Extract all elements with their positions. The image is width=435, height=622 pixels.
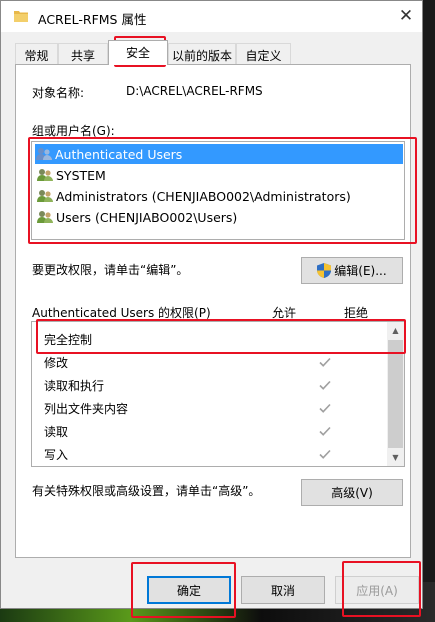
close-button[interactable]: ✕ xyxy=(392,3,420,29)
scroll-thumb[interactable] xyxy=(388,340,403,448)
object-name-label: 对象名称: xyxy=(32,86,85,100)
deny-column-header: 拒绝 xyxy=(344,306,369,320)
edit-button-label: 编辑(E)... xyxy=(334,264,387,278)
cancel-button[interactable]: 取消 xyxy=(241,576,325,604)
permission-row-modify: 修改 xyxy=(44,351,384,373)
advanced-hint: 有关特殊权限或高级设置，请单击“高级”。 xyxy=(32,484,261,498)
ok-button-label: 确定 xyxy=(176,583,201,598)
close-icon: ✕ xyxy=(398,6,414,26)
tab-general[interactable]: 常规 xyxy=(15,43,58,64)
permission-row-full-control: 完全控制 xyxy=(44,328,384,350)
shield-icon xyxy=(317,263,332,278)
change-permissions-hint: 要更改权限，请单击“编辑”。 xyxy=(32,263,189,277)
group-name: SYSTEM xyxy=(56,167,106,183)
permissions-header: Authenticated Users 的权限(P) xyxy=(32,306,211,320)
advanced-button-label: 高级(V) xyxy=(331,486,373,500)
permission-row-read-execute: 读取和执行 xyxy=(44,374,384,396)
list-item-authenticated-users[interactable]: Authenticated Users xyxy=(35,144,403,164)
permission-name: 读取和执行 xyxy=(44,378,105,393)
permission-name: 读取 xyxy=(44,424,69,439)
permission-row-read: 读取 xyxy=(44,420,384,442)
title-bar: ACREL-RFMS 属性 ✕ xyxy=(1,1,422,32)
list-item-users[interactable]: Users (CHENJIABO002\Users) xyxy=(36,207,402,227)
allow-check-icon xyxy=(319,449,331,459)
permissions-list: 完全控制 修改 读取和执行 列出文件夹内容 读取 写入 ▲ ▼ xyxy=(31,321,405,467)
tab-label: 常规 xyxy=(24,49,49,63)
group-name: Authenticated Users xyxy=(55,146,183,162)
groups-listbox[interactable]: Authenticated Users SYSTEM Administrator… xyxy=(31,141,405,240)
users-group-icon xyxy=(36,148,52,160)
permission-name: 写入 xyxy=(44,447,69,462)
allow-check-icon xyxy=(319,357,331,367)
permission-name: 修改 xyxy=(44,355,69,370)
tab-label: 共享 xyxy=(70,49,95,63)
ok-button[interactable]: 确定 xyxy=(147,576,231,604)
folder-icon xyxy=(14,11,28,22)
allow-check-icon xyxy=(319,403,331,413)
group-name: Administrators (CHENJIABO002\Administrat… xyxy=(56,188,351,204)
permission-name: 完全控制 xyxy=(44,332,93,347)
allow-check-icon xyxy=(319,380,331,390)
list-item-administrators[interactable]: Administrators (CHENJIABO002\Administrat… xyxy=(36,186,402,206)
users-group-icon xyxy=(37,169,53,181)
edit-button[interactable]: 编辑(E)... xyxy=(301,257,403,284)
groups-label: 组或用户名(G): xyxy=(32,124,115,138)
permission-row-write: 写入 xyxy=(44,443,384,465)
group-name: Users (CHENJIABO002\Users) xyxy=(56,209,238,225)
scroll-down-icon[interactable]: ▼ xyxy=(387,449,404,466)
tab-sharing[interactable]: 共享 xyxy=(58,43,108,64)
window-title: ACREL-RFMS 属性 xyxy=(38,12,147,27)
tab-security[interactable]: 安全 xyxy=(108,40,168,65)
tab-customize[interactable]: 自定义 xyxy=(236,43,291,64)
allow-column-header: 允许 xyxy=(272,306,297,320)
advanced-button[interactable]: 高级(V) xyxy=(301,479,403,506)
cancel-button-label: 取消 xyxy=(270,583,295,598)
properties-dialog: ACREL-RFMS 属性 ✕ 常规 共享 安全 以前的版本 自定义 对象名称:… xyxy=(0,0,423,609)
allow-check-icon xyxy=(319,426,331,436)
apply-button-label: 应用(A) xyxy=(356,583,398,598)
permission-row-list-folder: 列出文件夹内容 xyxy=(44,397,384,419)
tab-label: 以前的版本 xyxy=(171,49,232,63)
permissions-scrollbar[interactable]: ▲ ▼ xyxy=(387,322,404,466)
tab-label: 安全 xyxy=(125,46,150,60)
apply-button[interactable]: 应用(A) xyxy=(335,576,419,604)
tab-label: 自定义 xyxy=(245,49,282,63)
list-item-system[interactable]: SYSTEM xyxy=(36,165,402,185)
tab-previous-versions[interactable]: 以前的版本 xyxy=(168,43,236,64)
object-name-value: D:\ACREL\ACREL-RFMS xyxy=(126,84,263,98)
users-group-icon xyxy=(37,190,53,202)
permission-name: 列出文件夹内容 xyxy=(44,401,129,416)
users-group-icon xyxy=(37,211,53,223)
scroll-up-icon[interactable]: ▲ xyxy=(387,322,404,339)
